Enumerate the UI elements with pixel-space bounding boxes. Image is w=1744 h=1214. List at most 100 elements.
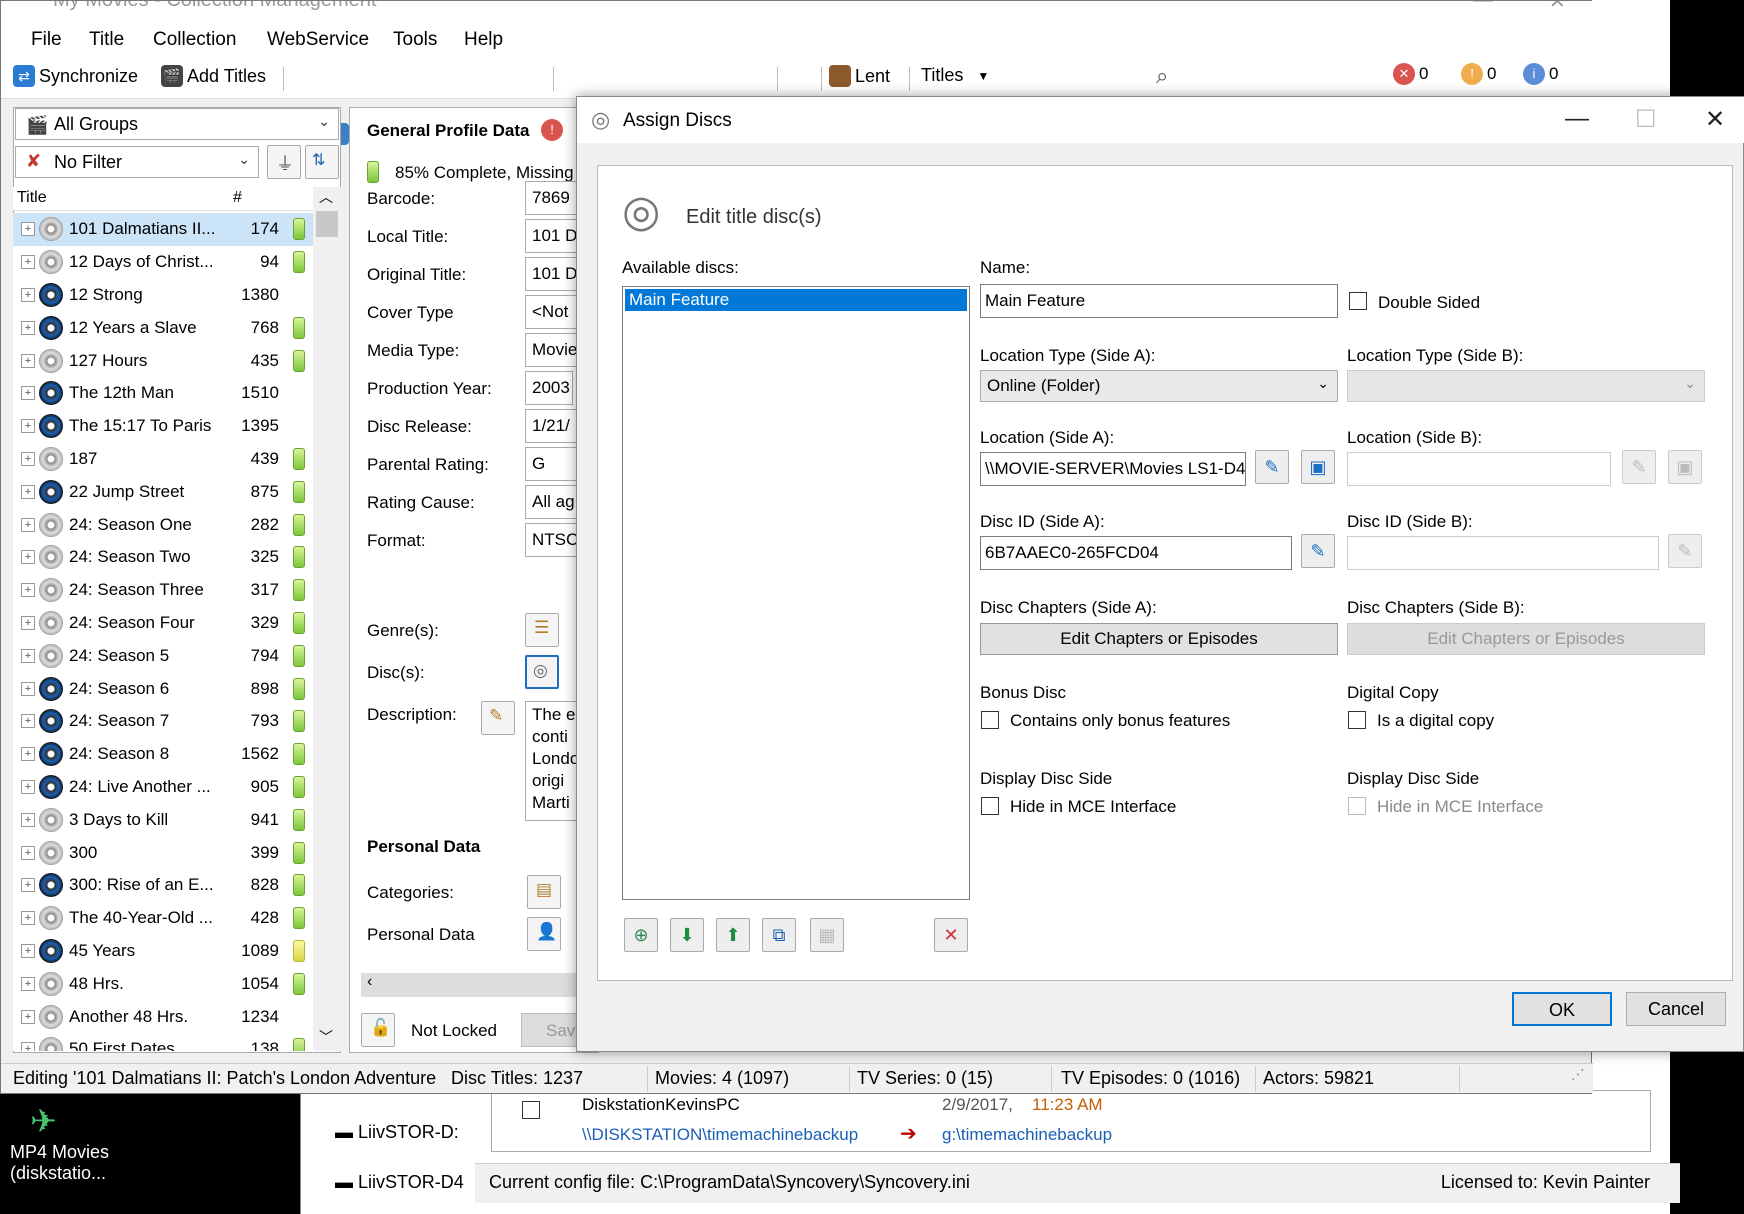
- scroll-up-icon[interactable]: ︿: [319, 187, 333, 207]
- available-discs-list[interactable]: Main Feature: [622, 286, 970, 900]
- discs-button[interactable]: ◎: [525, 655, 559, 689]
- name-input[interactable]: Main Feature: [980, 284, 1338, 318]
- expand-icon[interactable]: +: [21, 911, 35, 926]
- double-sided-checkbox[interactable]: [1349, 292, 1367, 310]
- expand-icon[interactable]: +: [21, 1009, 35, 1024]
- location-a-input[interactable]: \\MOVIE-SERVER\Movies LS1-D4: [980, 452, 1246, 486]
- add-titles-button[interactable]: 🎬 Add Titles: [161, 65, 266, 87]
- table-row[interactable]: +12 Strong 1380: [13, 279, 313, 312]
- list-item[interactable]: Main Feature: [625, 289, 967, 311]
- table-row[interactable]: +24: Season One 282: [13, 508, 313, 541]
- expand-icon[interactable]: +: [21, 878, 35, 893]
- table-row[interactable]: +24: Season 7 793: [13, 705, 313, 738]
- expand-icon[interactable]: +: [21, 615, 35, 630]
- disc-id-b-input[interactable]: [1347, 536, 1659, 570]
- expand-icon[interactable]: +: [21, 353, 35, 368]
- disc-id-a-input[interactable]: 6B7AAEC0-265FCD04: [980, 536, 1292, 570]
- expand-icon[interactable]: +: [21, 583, 35, 598]
- table-row[interactable]: +50 First Dates 138: [13, 1033, 313, 1051]
- copy-button[interactable]: ⧉: [762, 918, 796, 952]
- table-row[interactable]: +3 Days to Kill 941: [13, 803, 313, 836]
- expand-icon[interactable]: +: [21, 386, 35, 401]
- table-row[interactable]: +12 Years a Slave 768: [13, 311, 313, 344]
- edit-chapters-b-button[interactable]: Edit Chapters or Episodes: [1347, 623, 1705, 655]
- sort-button[interactable]: ⇅: [305, 145, 339, 179]
- personal-data-button[interactable]: 👤: [527, 917, 561, 951]
- table-row[interactable]: +24: Live Another ... 905: [13, 771, 313, 804]
- table-row[interactable]: +300: Rise of an E... 828: [13, 869, 313, 902]
- filter-combo[interactable]: ✘ No Filter ⌄: [15, 146, 259, 178]
- table-row[interactable]: +12 Days of Christ... 94: [13, 246, 313, 279]
- move-down-button[interactable]: ⬇: [670, 918, 704, 952]
- table-row[interactable]: +45 Years 1089: [13, 935, 313, 968]
- browse-location-a-button[interactable]: ✎: [1255, 450, 1289, 484]
- table-row[interactable]: + The 40-Year-Old ... 428: [13, 902, 313, 935]
- hide-mce-b-checkbox[interactable]: [1348, 797, 1366, 815]
- job-list[interactable]: DiskstationKevinsPC 2/9/2017, 11:23 AM \…: [491, 1090, 1651, 1152]
- genres-button[interactable]: ☰: [525, 613, 559, 647]
- expand-icon[interactable]: +: [21, 747, 35, 762]
- table-row[interactable]: +48 Hrs. 1054: [13, 967, 313, 1000]
- expand-icon[interactable]: +: [21, 779, 35, 794]
- cancel-button[interactable]: Cancel: [1626, 992, 1726, 1026]
- scan-location-b-button[interactable]: ▣: [1668, 450, 1702, 484]
- edit-description-button[interactable]: ✎: [481, 701, 515, 735]
- menu-help[interactable]: Help: [464, 29, 503, 51]
- move-up-button[interactable]: ⬆: [716, 918, 750, 952]
- table-row[interactable]: + The 12th Man 1510: [13, 377, 313, 410]
- browse-location-b-button[interactable]: ✎: [1622, 450, 1656, 484]
- table-row[interactable]: +300 399: [13, 836, 313, 869]
- location-type-b-select[interactable]: ⌄: [1347, 370, 1705, 402]
- minimize-icon[interactable]: —: [1565, 105, 1589, 133]
- table-row[interactable]: +24: Season 5 794: [13, 639, 313, 672]
- menu-title[interactable]: Title: [89, 29, 124, 51]
- desktop-shortcut[interactable]: ✈ MP4 Movies (diskstatio...: [0, 1092, 300, 1214]
- scroll-down-icon[interactable]: ﹀: [319, 1027, 333, 1047]
- edit-chapters-a-button[interactable]: Edit Chapters or Episodes: [980, 623, 1338, 655]
- filter-button[interactable]: ⏚: [267, 145, 301, 179]
- titles-dropdown[interactable]: Titles ▼: [921, 65, 989, 86]
- expand-icon[interactable]: +: [21, 222, 35, 237]
- error-counter[interactable]: ✕ 0: [1393, 63, 1428, 85]
- menu-file[interactable]: File: [31, 29, 62, 51]
- expand-icon[interactable]: +: [21, 845, 35, 860]
- expand-icon[interactable]: +: [21, 320, 35, 335]
- scroll-left-icon[interactable]: ‹: [367, 973, 372, 991]
- table-row[interactable]: +127 Hours 435: [13, 344, 313, 377]
- location-b-input[interactable]: [1347, 452, 1611, 486]
- column-count[interactable]: #: [233, 189, 242, 207]
- menu-tools[interactable]: Tools: [393, 29, 437, 51]
- expand-icon[interactable]: +: [21, 484, 35, 499]
- scan-location-a-button[interactable]: ▣: [1301, 450, 1335, 484]
- drive-item-2[interactable]: ▬ LiivSTOR-D4: [335, 1172, 465, 1193]
- lent-button[interactable]: Lent: [829, 65, 890, 87]
- table-row[interactable]: +101 Dalmatians II... 174: [13, 213, 313, 246]
- info-counter[interactable]: i0: [1523, 63, 1558, 85]
- table-row[interactable]: +24: Season 6 898: [13, 672, 313, 705]
- table-row[interactable]: +24: Season Three 317: [13, 574, 313, 607]
- disc-id-a-button[interactable]: ✎: [1301, 534, 1335, 568]
- title-list[interactable]: +101 Dalmatians II... 174 +12 Days of Chri…: [13, 213, 313, 1051]
- column-title[interactable]: Title: [17, 189, 47, 207]
- menu-collection[interactable]: Collection: [153, 29, 236, 51]
- scroll-thumb[interactable]: [316, 211, 338, 237]
- group-combo[interactable]: 🎬 All Groups ⌄: [15, 108, 339, 140]
- table-row[interactable]: +24: Season Two 325: [13, 541, 313, 574]
- location-type-a-select[interactable]: Online (Folder) ⌄: [980, 370, 1338, 402]
- expand-icon[interactable]: +: [21, 812, 35, 827]
- drive-item-1[interactable]: ▬ LiivSTOR-D:: [335, 1122, 465, 1143]
- disc-id-b-button[interactable]: ✎: [1668, 534, 1702, 568]
- hide-mce-a-checkbox[interactable]: [981, 797, 999, 815]
- categories-button[interactable]: ▤: [527, 875, 561, 909]
- bonus-checkbox[interactable]: [981, 711, 999, 729]
- expand-icon[interactable]: +: [21, 976, 35, 991]
- close-icon[interactable]: ✕: [1549, 1, 1566, 14]
- expand-icon[interactable]: +: [21, 419, 35, 434]
- menu-webservice[interactable]: WebService: [267, 29, 369, 51]
- expand-icon[interactable]: +: [21, 714, 35, 729]
- table-row[interactable]: +187 439: [13, 443, 313, 476]
- close-icon[interactable]: ✕: [1705, 105, 1725, 134]
- table-row[interactable]: + The 15:17 To Paris 1395: [13, 410, 313, 443]
- expand-icon[interactable]: +: [21, 943, 35, 958]
- job-checkbox[interactable]: [522, 1101, 540, 1119]
